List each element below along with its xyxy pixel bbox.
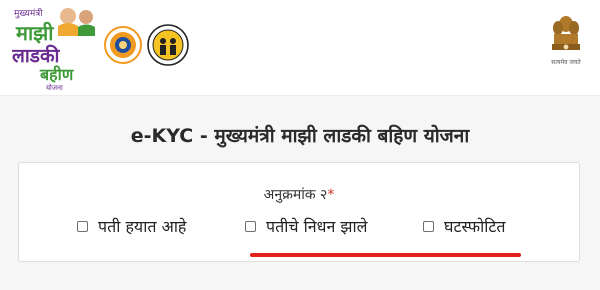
main-content: e-KYC - मुख्यमंत्री माझी लाडकी बहिण योजन… [0,96,600,290]
page-title: e-KYC - मुख्यमंत्री माझी लाडकी बहिण योजन… [130,125,470,147]
highlight-underline [250,253,521,257]
scheme-logo-icon: मुख्यमंत्री माझी लाडकी बहीण योजना [12,7,95,92]
checkbox-husband-alive[interactable] [77,220,88,232]
logo-figure-right-body [78,24,95,36]
logo-text-line3: लाडकी [12,44,61,67]
option-husband-deceased[interactable]: पतीचे निधन झाले [245,215,368,237]
site-header: मुख्यमंत्री माझी लाडकी बहीण योजना सत्यमे… [0,0,600,96]
logo-text-line5: योजना [46,83,63,92]
option-husband-alive[interactable]: पती हयात आहे [77,215,186,237]
option-label-husband-alive: पती हयात आहे [98,217,187,236]
logo-text-line1: मुख्यमंत्री [14,7,43,19]
option-label-husband-deceased: पतीचे निधन झाले [266,217,368,236]
emblem-caption: सत्यमेव जयते [551,58,581,66]
national-emblem-icon: सत्यमेव जयते [551,16,581,66]
option-label-divorced: घटस्फोटित [444,217,506,236]
logo-text-line2: माझी [15,21,54,45]
logo-figure-left-icon [60,8,76,24]
logo-figure-right-icon [79,10,93,24]
field-label-sequence-number: अनुक्रमांक २* [19,185,579,204]
women-child-development-seal-icon [147,24,189,66]
logo-text-line4: बहीण [39,65,75,84]
logo-figure-left-body [58,23,78,36]
required-asterisk: * [327,187,335,203]
option-divorced[interactable]: घटस्फोटित [423,215,506,237]
field-label-text: अनुक्रमांक २ [263,187,328,203]
checkbox-divorced[interactable] [423,220,434,232]
form-card: अनुक्रमांक २* पती हयात आहे पतीचे निधन झा… [18,162,580,262]
maharashtra-government-seal-icon [104,26,142,64]
checkbox-husband-deceased[interactable] [245,220,256,232]
